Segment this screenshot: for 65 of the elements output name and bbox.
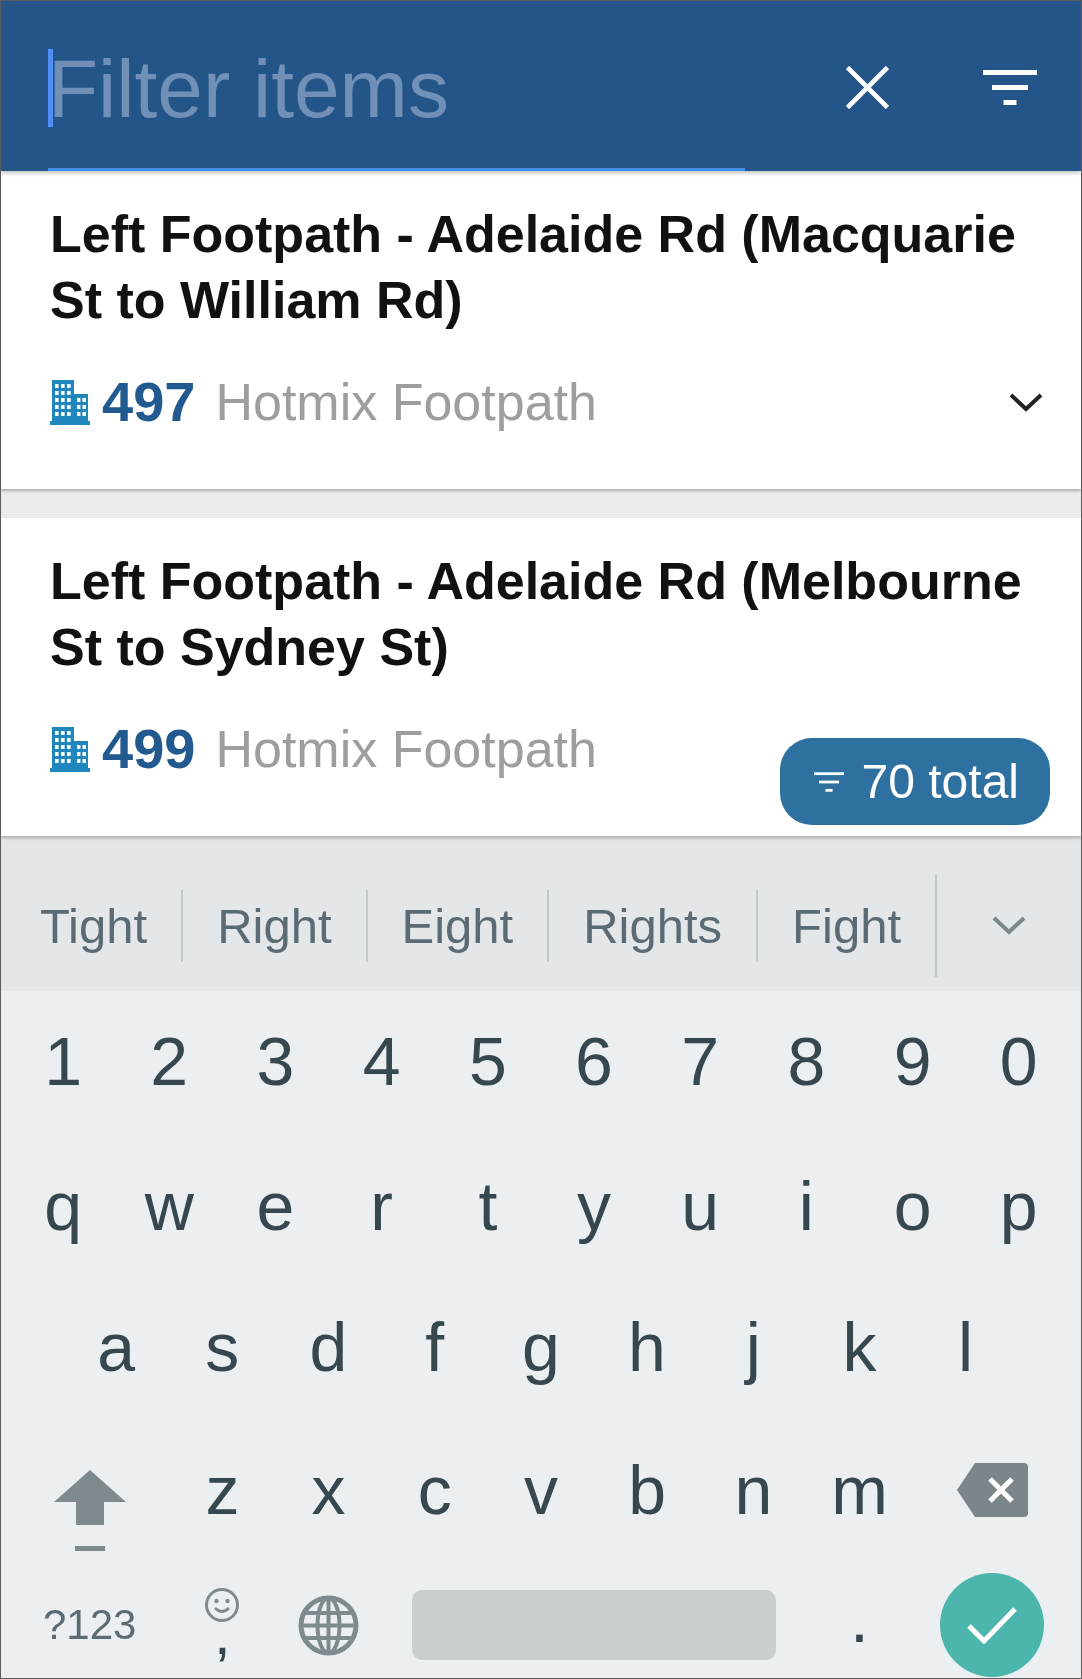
keyboard-key[interactable]: i xyxy=(753,1136,860,1276)
suggestion-item[interactable]: Eight xyxy=(367,889,548,962)
symbols-key[interactable]: ?123 xyxy=(10,1572,170,1678)
item-number: 499 xyxy=(102,716,196,782)
smiley-icon xyxy=(205,1587,240,1622)
building-icon xyxy=(50,379,90,425)
chevron-down-icon xyxy=(992,916,1026,935)
item-title: Left Footpath - Adelaide Rd (Macquarie St to William Rd) xyxy=(50,204,1017,331)
keyboard-key[interactable]: m xyxy=(806,1418,913,1562)
keyboard-key[interactable]: q xyxy=(10,1136,117,1276)
keyboard-key[interactable]: o xyxy=(859,1136,966,1276)
list-card[interactable]: Left Footpath - Adelaide Rd (Macquarie St to William Rd) 497 Hotmix Footpath xyxy=(1,171,1081,489)
keyboard-key[interactable]: s xyxy=(169,1276,276,1418)
suggestion-item[interactable]: Right xyxy=(183,889,366,962)
keyboard-key[interactable]: l xyxy=(912,1276,1019,1418)
keyboard-key[interactable]: c xyxy=(381,1418,488,1562)
keyboard-key[interactable]: 3 xyxy=(222,991,329,1131)
keyboard-key[interactable]: 0 xyxy=(965,991,1072,1131)
shift-icon xyxy=(53,1469,126,1551)
item-number: 497 xyxy=(102,369,196,435)
keyboard-key[interactable]: n xyxy=(700,1418,807,1562)
filter-icon xyxy=(983,69,1037,105)
suggestion-item[interactable]: Rights xyxy=(549,889,757,962)
keyboard-key[interactable]: 5 xyxy=(434,991,541,1131)
keyboard-key[interactable]: 4 xyxy=(328,991,435,1131)
building-icon xyxy=(50,726,90,772)
keyboard-key[interactable]: e xyxy=(222,1136,329,1276)
keyboard-key[interactable]: z xyxy=(169,1418,276,1562)
keyboard-key[interactable]: d xyxy=(275,1276,382,1418)
item-category: Hotmix Footpath xyxy=(215,719,597,780)
keyboard-key[interactable]: b xyxy=(594,1418,701,1562)
keyboard-key[interactable]: 2 xyxy=(116,991,223,1131)
keyboard-key[interactable]: f xyxy=(381,1276,488,1418)
keyboard-key[interactable]: 9 xyxy=(859,991,966,1131)
keyboard-key[interactable]: r xyxy=(328,1136,435,1276)
keyboard-key[interactable]: t xyxy=(434,1136,541,1276)
keyboard-key[interactable]: u xyxy=(647,1136,754,1276)
keyboard-key[interactable]: 6 xyxy=(540,991,648,1131)
item-category: Hotmix Footpath xyxy=(215,372,597,433)
filter-icon xyxy=(813,771,844,792)
item-title: Left Footpath - Adelaide Rd (Melbourne St to Sydney St) xyxy=(50,551,1023,678)
keyboard-key[interactable]: v xyxy=(487,1418,595,1562)
keyboard-key[interactable]: k xyxy=(806,1276,913,1418)
total-count-button[interactable]: 70 total xyxy=(779,738,1050,825)
keyboard-key[interactable]: g xyxy=(487,1276,594,1418)
comma-key[interactable]: , xyxy=(169,1572,276,1678)
globe-icon xyxy=(298,1594,360,1656)
keyboard-key[interactable]: 8 xyxy=(753,991,860,1131)
keyboard-key[interactable]: y xyxy=(540,1136,648,1276)
keyboard-key[interactable]: j xyxy=(700,1276,807,1418)
keyboard-key[interactable]: x xyxy=(275,1418,382,1562)
keyboard-key[interactable]: 7 xyxy=(647,991,754,1131)
suggestion-item[interactable]: Fight xyxy=(758,889,936,962)
check-icon xyxy=(967,1606,1018,1644)
keyboard-key[interactable]: 1 xyxy=(10,991,117,1131)
keyboard-key[interactable]: a xyxy=(63,1276,170,1418)
suggestion-item[interactable]: Tight xyxy=(6,889,182,962)
keyboard-key[interactable]: w xyxy=(116,1136,223,1276)
search-field[interactable]: Filter items xyxy=(48,46,745,171)
keyboard-key[interactable]: p xyxy=(965,1136,1072,1276)
chevron-down-icon xyxy=(1009,392,1043,412)
keyboard-key[interactable]: h xyxy=(593,1276,701,1418)
backspace-icon xyxy=(956,1463,1028,1517)
period-key[interactable]: . xyxy=(806,1572,913,1678)
close-icon xyxy=(845,65,889,109)
